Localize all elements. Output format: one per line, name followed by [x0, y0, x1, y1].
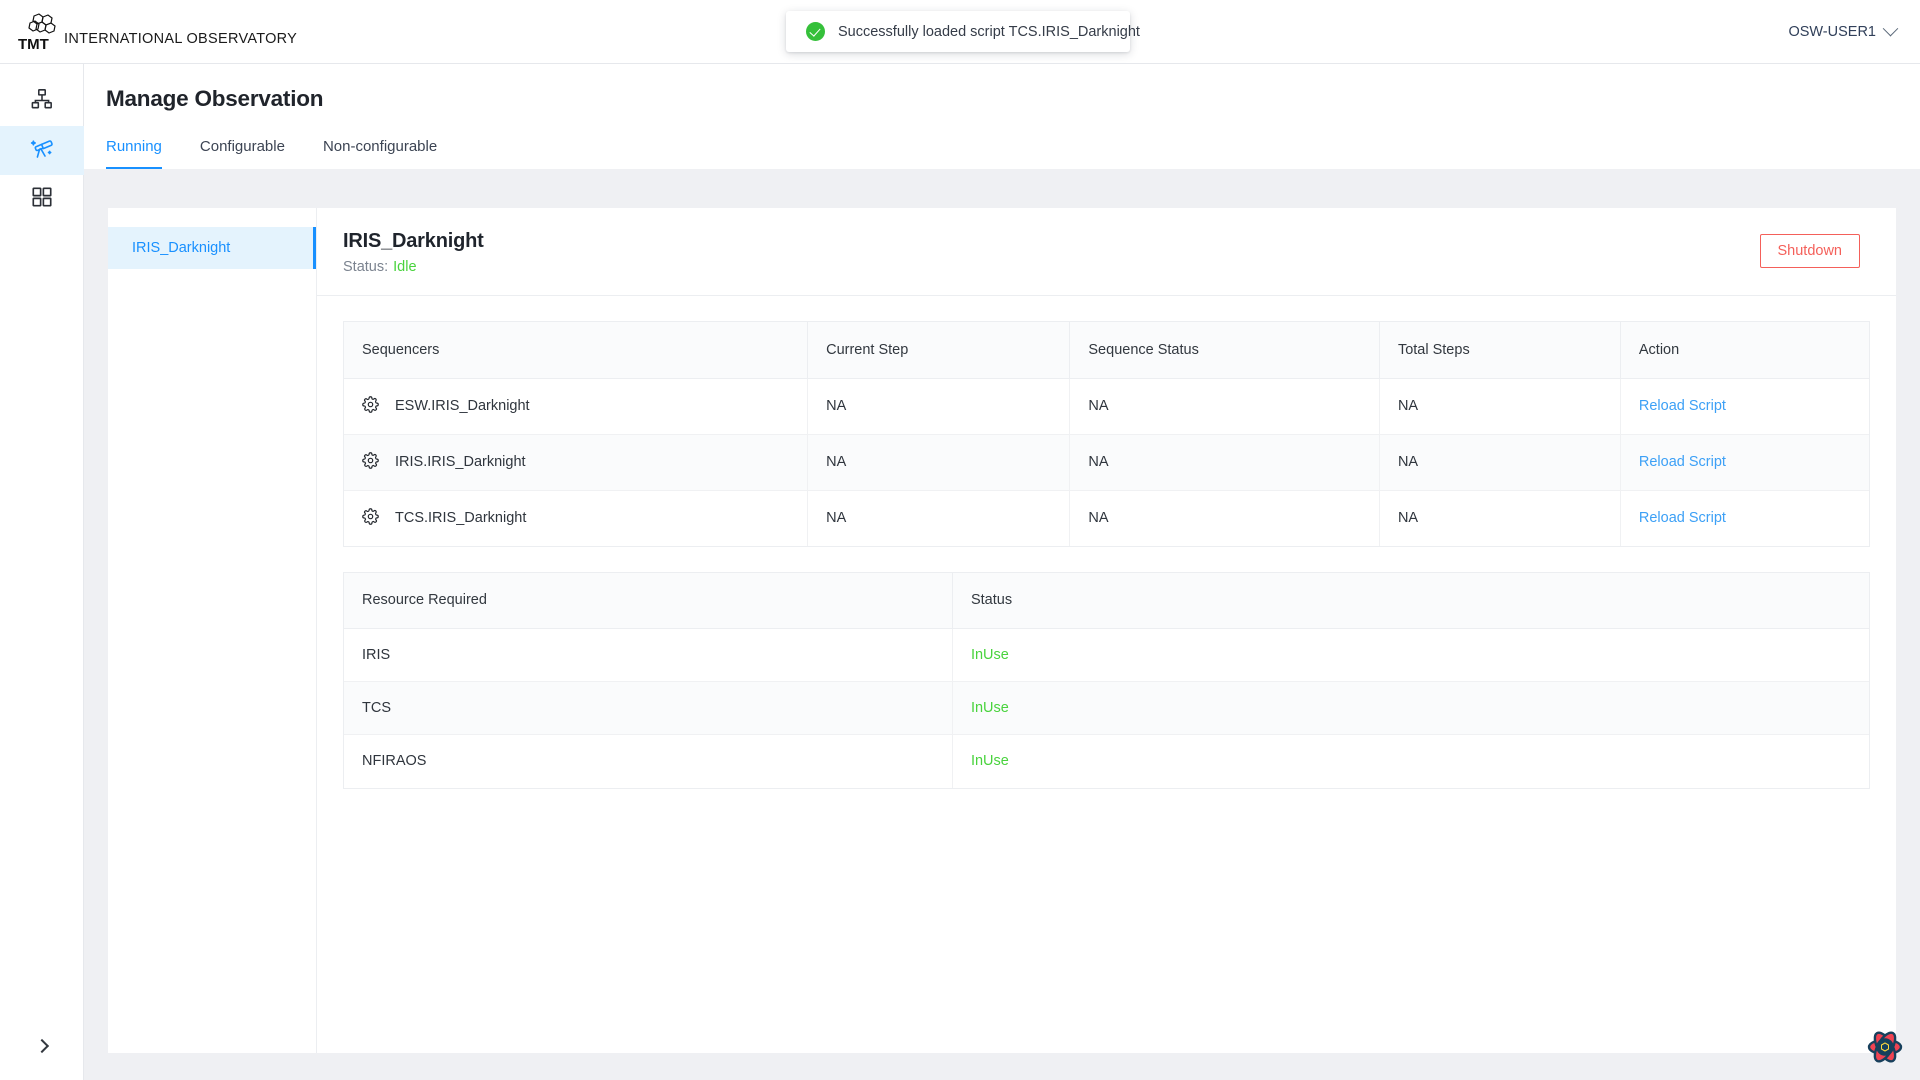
cell-resource: NFIRAOS	[344, 734, 953, 788]
observation-list-pane: IRIS_Darknight	[108, 208, 316, 1053]
table-header-row: Resource Required Status	[344, 572, 1869, 629]
table-row: TCS.IRIS_Darknight NA NA NA Reload Scrip…	[344, 490, 1869, 546]
cell-sequence-status: NA	[1069, 378, 1380, 435]
resource-status-badge: InUse	[970, 753, 1009, 770]
cell-action: Reload Script	[1620, 490, 1869, 546]
sequencer-name: IRIS.IRIS_Darknight	[395, 454, 526, 470]
cell-total-steps: NA	[1379, 434, 1621, 491]
gear-icon[interactable]	[362, 507, 379, 529]
reload-script-link[interactable]: Reload Script	[1639, 398, 1726, 414]
gear-icon[interactable]	[362, 395, 379, 417]
sequencer-name: TCS.IRIS_Darknight	[395, 510, 527, 526]
cell-sequence-status: NA	[1069, 490, 1380, 546]
panes: IRIS_Darknight IRIS_Darknight Status: Idl…	[108, 208, 1896, 1053]
cell-sequencer: ESW.IRIS_Darknight	[344, 378, 809, 435]
cell-status: InUse	[952, 681, 1869, 735]
cell-action: Reload Script	[1620, 378, 1869, 435]
cell-resource: IRIS	[344, 628, 953, 682]
col-sequence-status: Sequence Status	[1069, 322, 1380, 379]
resources-table-wrap: Resource Required Status IRIS InUse TCS	[343, 571, 1870, 789]
observation-detail-pane: IRIS_Darknight Status: Idle Shutdown Sequ…	[316, 208, 1896, 1053]
col-resource-required: Resource Required	[344, 572, 953, 629]
cell-status: InUse	[952, 628, 1869, 682]
brand-name: INTERNATIONAL OBSERVATORY	[64, 30, 298, 47]
page-header: Manage Observation Running Configurable …	[84, 64, 1920, 169]
page-title: Manage Observation	[106, 86, 324, 111]
chevron-right-icon	[34, 1038, 50, 1054]
col-resource-status: Status	[952, 572, 1869, 629]
tab-running[interactable]: Running	[106, 138, 162, 169]
page: Manage Observation Running Configurable …	[84, 64, 1920, 1080]
detail-header: IRIS_Darknight Status: Idle Shutdown	[317, 208, 1896, 296]
detail-title: IRIS_Darknight	[343, 230, 484, 252]
toast-notification[interactable]: Successfully loaded script TCS.IRIS_Dark…	[786, 11, 1140, 52]
col-sequencers: Sequencers	[344, 322, 809, 379]
react-query-devtools-logo[interactable]	[1864, 1026, 1906, 1068]
table-row: ESW.IRIS_Darknight NA NA NA Reload Scrip…	[344, 378, 1869, 435]
col-current-step: Current Step	[807, 322, 1071, 379]
rail-item-resources[interactable]	[0, 77, 84, 126]
table-row: TCS InUse	[344, 681, 1869, 735]
svg-text:TMT: TMT	[18, 36, 49, 53]
cell-sequencer: IRIS.IRIS_Darknight	[344, 434, 809, 491]
list-item[interactable]: IRIS_Darknight	[108, 227, 316, 269]
user-menu[interactable]: OSW-USER1	[1788, 20, 1899, 40]
chevron-down-icon	[1882, 20, 1899, 37]
success-check-circle-icon	[806, 22, 825, 41]
cell-current-step: NA	[807, 434, 1071, 491]
table-row: IRIS.IRIS_Darknight NA NA NA Reload Scri…	[344, 434, 1869, 491]
cell-current-step: NA	[807, 378, 1071, 435]
cell-action: Reload Script	[1620, 434, 1869, 491]
table-row: NFIRAOS InUse	[344, 734, 1869, 788]
table-header-row: Sequencers Current Step Sequence Status …	[344, 322, 1869, 379]
toast-message: Successfully loaded script TCS.IRIS_Dark…	[838, 23, 1140, 40]
resource-status-badge: InUse	[970, 647, 1009, 663]
sequencers-table-wrap: Sequencers Current Step Sequence Status …	[343, 321, 1870, 547]
content-area: IRIS_Darknight IRIS_Darknight Status: Idl…	[84, 182, 1920, 1080]
left-nav-rail	[0, 64, 84, 1080]
cell-total-steps: NA	[1379, 490, 1621, 546]
sequencers-table: Sequencers Current Step Sequence Status …	[344, 322, 1869, 546]
cell-resource: TCS	[344, 681, 953, 735]
status-label: Status:	[343, 259, 389, 275]
rail-item-observation[interactable]	[0, 126, 84, 175]
telescope-icon	[30, 136, 54, 165]
tab-non-configurable[interactable]: Non-configurable	[323, 138, 437, 169]
status-line: Status: Idle	[343, 259, 1870, 275]
cell-sequencer: TCS.IRIS_Darknight	[344, 490, 809, 546]
sitemap-icon	[31, 88, 53, 115]
cell-current-step: NA	[807, 490, 1071, 546]
shutdown-button[interactable]: Shutdown	[1759, 234, 1860, 268]
reload-script-link[interactable]: Reload Script	[1639, 454, 1726, 470]
reload-script-link[interactable]: Reload Script	[1639, 510, 1726, 526]
resource-status-badge: InUse	[970, 700, 1009, 716]
brand: TMT INTERNATIONAL OBSERVATORY	[18, 11, 297, 53]
cell-total-steps: NA	[1379, 378, 1621, 435]
col-action: Action	[1620, 322, 1869, 379]
col-total-steps: Total Steps	[1379, 322, 1621, 379]
rail-item-dashboard[interactable]	[0, 175, 84, 224]
cell-status: InUse	[952, 735, 1869, 788]
table-row: IRIS InUse	[344, 628, 1869, 682]
cell-sequence-status: NA	[1069, 434, 1380, 491]
gear-icon[interactable]	[362, 451, 379, 473]
grid-dashboard-icon	[31, 186, 53, 213]
tab-bar: Running Configurable Non-configurable	[106, 138, 1920, 169]
tmt-mirror-segments-logo: TMT	[18, 11, 62, 53]
tab-configurable[interactable]: Configurable	[200, 138, 285, 169]
status-badge: Idle	[393, 259, 417, 275]
user-name: OSW-USER1	[1788, 23, 1876, 40]
resources-table: Resource Required Status IRIS InUse TCS	[344, 572, 1869, 788]
expand-sidebar-button[interactable]	[0, 1028, 84, 1064]
sequencer-name: ESW.IRIS_Darknight	[395, 398, 530, 414]
